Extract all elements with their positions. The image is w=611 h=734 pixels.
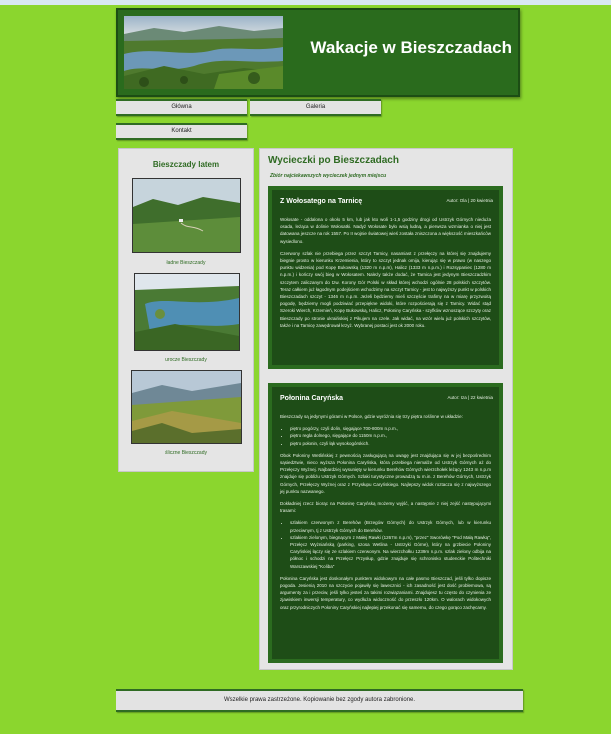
sidebar-photo-1[interactable]	[132, 178, 241, 253]
site-footer: Wszelkie prawa zastrzeżone. Kopiowanie b…	[116, 689, 523, 712]
list-item: piętro regla dolnego, sięgające do 1150m…	[290, 432, 491, 439]
list-item: szlakiem czerwonym z Berehów (Brzegów Gó…	[290, 519, 491, 533]
nav-gallery-button[interactable]: Galeria	[250, 99, 381, 116]
article-paragraph: Połonina Caryńska jest doskonałym punkte…	[280, 575, 491, 610]
site-title: Wakacje w Bieszczadach	[310, 38, 512, 57]
top-strip	[0, 0, 611, 5]
main-title: Wycieczki po Bieszczadach	[268, 155, 399, 166]
sidebar-title: Bieszczady latem	[152, 160, 220, 169]
header-lake-photo	[124, 16, 283, 89]
article-title: Połonina Caryńska	[280, 395, 344, 402]
sidebar-photo-2[interactable]	[134, 273, 240, 351]
article-polonina: Połonina Caryńska Autor: Iza | 22 kwietn…	[268, 383, 503, 663]
article-tarnica: Z Wołosatego na Tarnicę Autor: Ola | 20 …	[268, 186, 503, 369]
list-item: szlakiem zielonym, biegnącym z Małej Raw…	[290, 534, 491, 570]
sidebar-caption-2: urocze Bieszczady	[165, 357, 207, 363]
vegetation-zones-list: piętro pogórzy, czyli dolin, sięgające 7…	[280, 425, 491, 447]
list-item: piętro połonin, czyli łąk wysokogórskich…	[290, 440, 491, 447]
trails-list: szlakiem czerwonym z Berehów (Brzegów Gó…	[280, 519, 491, 569]
main-content: Wycieczki po Bieszczadach Zbiór najcieka…	[259, 148, 513, 670]
nav-home-button[interactable]: Główna	[116, 99, 247, 116]
article-paragraph: Dokładniej rzecz biorąc na Połoninę Cary…	[280, 501, 491, 514]
main-subtitle: Zbiór najciekawszych wycieczek jednym mi…	[270, 173, 387, 179]
article-title: Z Wołosatego na Tarnicę	[280, 198, 363, 205]
article-paragraph: Czerwony szlak nie przebiega przez szczy…	[280, 250, 491, 328]
sidebar: Bieszczady latem ładne Bieszczady urocze…	[118, 148, 254, 472]
site-header: Wakacje w Bieszczadach	[116, 8, 520, 97]
sidebar-caption-3: śliczne Bieszczady	[165, 450, 207, 456]
article-paragraph: Bieszczady są jedynymi górami w Polsce, …	[280, 414, 463, 419]
article-paragraph: Obok Połoniny Wetlińskiej z pewnością za…	[280, 452, 491, 494]
article-meta: Autor: Ola | 20 kwietnia	[446, 198, 493, 203]
sidebar-photo-3[interactable]	[131, 370, 242, 444]
article-body: Wołosate - oddalona o około 5 km, lub ja…	[280, 216, 491, 334]
list-item: piętro pogórzy, czyli dolin, sięgające 7…	[290, 425, 491, 432]
nav-contact-button[interactable]: Kontakt	[116, 123, 247, 140]
sidebar-caption-1: ładne Bieszczady	[166, 260, 206, 266]
article-body: Bieszczady są jedynymi górami w Polsce, …	[280, 413, 491, 616]
article-meta: Autor: Iza | 22 kwietnia	[447, 395, 493, 400]
article-paragraph: Wołosate - oddalona o około 5 km, lub ja…	[280, 217, 491, 244]
